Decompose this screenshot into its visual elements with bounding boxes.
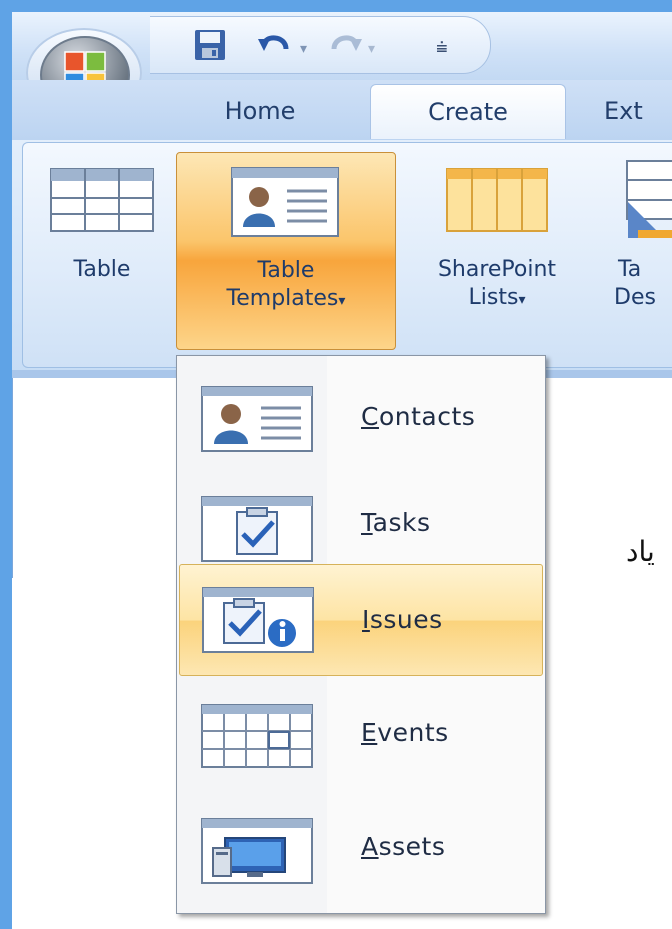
- menu-item-tasks[interactable]: Tasks: [179, 466, 541, 576]
- menu-item-tasks-label: Tasks: [361, 508, 431, 537]
- menu-item-events-label: Events: [361, 718, 449, 747]
- tab-home[interactable]: Home: [196, 84, 324, 138]
- sharepoint-lists-button[interactable]: SharePoint Lists▾: [398, 160, 596, 310]
- document-text-fragment: ياد: [626, 535, 655, 568]
- chevron-down-icon: ▾: [518, 292, 526, 308]
- save-icon[interactable]: [192, 27, 228, 63]
- issues-icon: [202, 587, 314, 653]
- undo-icon[interactable]: [256, 27, 294, 63]
- events-icon: [201, 704, 313, 768]
- table-design-label-line2: Des: [614, 285, 656, 310]
- window-frame-top: [0, 0, 672, 12]
- table-icon: [50, 168, 154, 232]
- tab-external-data-label: Ext: [604, 97, 643, 125]
- undo-dropdown-icon[interactable]: ▾: [300, 41, 307, 57]
- customize-qat-icon[interactable]: ⩧: [436, 35, 448, 59]
- contact-card-icon: [231, 167, 339, 237]
- menu-item-issues[interactable]: Issues: [179, 564, 543, 676]
- tab-external-data[interactable]: Ext: [604, 84, 672, 138]
- redo-icon[interactable]: [326, 27, 364, 63]
- contacts-icon: [201, 386, 313, 452]
- tab-home-label: Home: [224, 97, 296, 125]
- menu-item-events[interactable]: Events: [179, 688, 541, 798]
- tab-create-label: Create: [428, 98, 508, 126]
- tasks-icon: [201, 496, 313, 562]
- table-templates-label-line1: Table: [257, 258, 315, 283]
- tab-create[interactable]: Create: [370, 84, 566, 139]
- table-templates-button[interactable]: Table Templates▾: [176, 152, 396, 350]
- table-design-button[interactable]: Ta Des: [600, 160, 672, 310]
- table-button-label: Table: [73, 257, 131, 282]
- menu-item-issues-label: Issues: [362, 605, 443, 634]
- menu-item-assets-label: Assets: [361, 832, 446, 861]
- table-design-icon: [626, 160, 672, 238]
- menu-item-contacts[interactable]: Contacts: [179, 354, 541, 464]
- redo-dropdown-icon[interactable]: ▾: [368, 41, 375, 57]
- table-templates-menu: Contacts Tasks Issues Events Assets: [176, 355, 546, 914]
- quick-access-toolbar: ▾ ▾ ⩧: [150, 16, 491, 74]
- ribbon-tab-row: [12, 80, 672, 140]
- sharepoint-lists-label-line2: Lists▾: [468, 285, 526, 310]
- sharepoint-list-icon: [446, 168, 548, 232]
- window-frame-left: [0, 0, 12, 929]
- sharepoint-lists-label-line1: SharePoint: [437, 257, 557, 282]
- table-templates-label-line2: Templates▾: [226, 286, 346, 311]
- table-design-label-line1: Ta: [618, 257, 642, 282]
- chevron-down-icon: ▾: [338, 293, 346, 309]
- table-button[interactable]: Table: [38, 160, 166, 310]
- document-left-border: [12, 378, 13, 578]
- assets-icon: [201, 818, 313, 884]
- menu-item-assets[interactable]: Assets: [179, 804, 541, 914]
- menu-item-contacts-label: Contacts: [361, 402, 476, 431]
